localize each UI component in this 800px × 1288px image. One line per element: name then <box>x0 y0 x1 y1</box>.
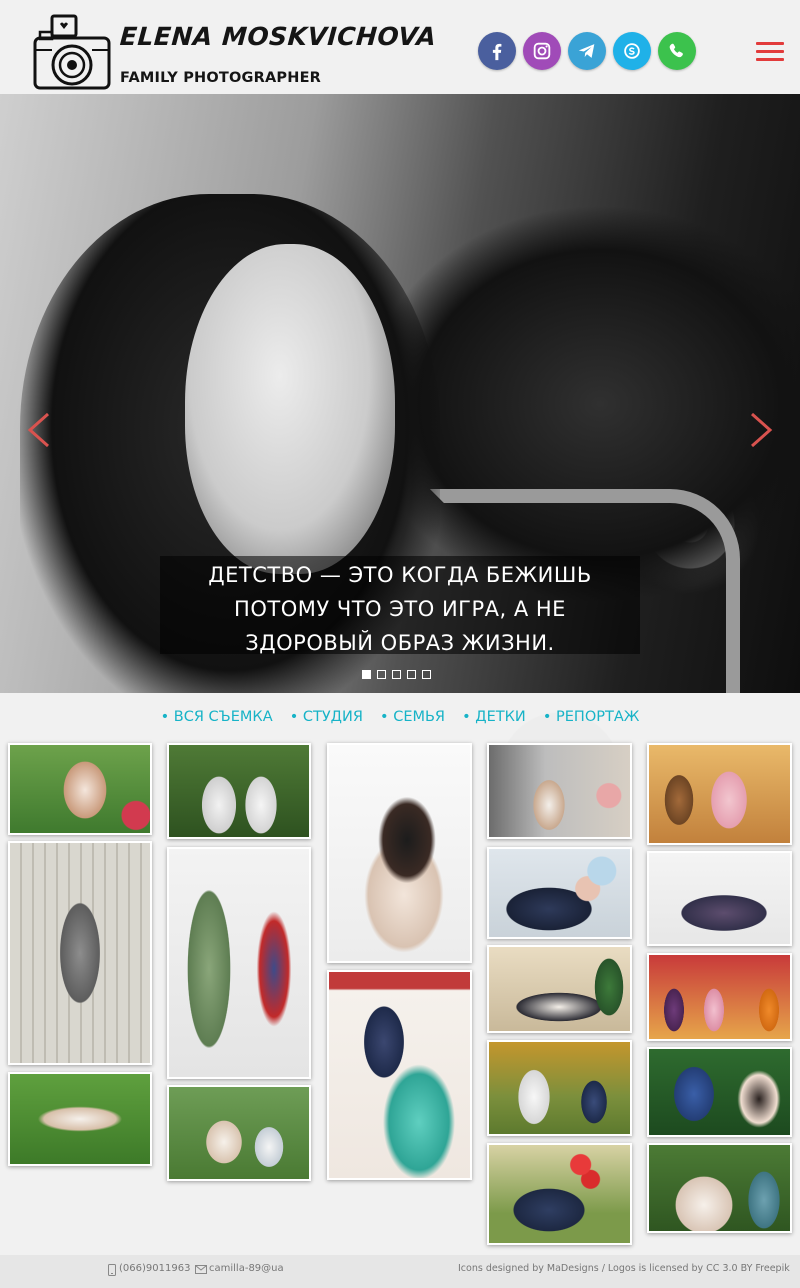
category-family[interactable]: • СЕМЬЯ <box>380 709 445 725</box>
hero-slider: ДЕТСТВО — ЭТО КОГДА БЕЖИШЬ ПОТОМУ ЧТО ЭТ… <box>0 94 800 693</box>
phone-icon <box>108 1264 116 1276</box>
gallery-photo[interactable] <box>487 1040 632 1136</box>
gallery-photo[interactable] <box>487 743 632 839</box>
email-icon <box>195 1265 207 1274</box>
telegram-icon <box>578 44 595 58</box>
gallery-photo[interactable] <box>327 970 472 1180</box>
menu-button[interactable] <box>756 42 784 62</box>
gallery-photo[interactable] <box>647 1047 792 1137</box>
hero-photo-face <box>185 244 395 574</box>
instagram-icon <box>533 42 551 60</box>
gallery-photo[interactable] <box>167 743 311 839</box>
skype-icon <box>624 43 640 59</box>
site-header: ELENA MOSKVICHOVA FAMILY PHOTOGRAPHER <box>0 0 800 94</box>
category-kids[interactable]: • ДЕТКИ <box>462 709 526 725</box>
slider-next-arrow-icon[interactable] <box>748 412 774 448</box>
slider-dot[interactable] <box>392 670 401 679</box>
camera-logo-icon[interactable] <box>32 14 114 94</box>
facebook-icon <box>492 43 502 61</box>
category-studio[interactable]: • СТУДИЯ <box>290 709 363 725</box>
slider-dot[interactable] <box>422 670 431 679</box>
gallery-photo[interactable] <box>167 1085 311 1181</box>
slider-prev-arrow-icon[interactable] <box>26 412 52 448</box>
gallery-photo[interactable] <box>8 841 152 1065</box>
slider-dot[interactable] <box>377 670 386 679</box>
gallery-photo[interactable] <box>487 945 632 1033</box>
menu-icon <box>756 42 784 45</box>
facebook-button[interactable] <box>478 32 516 70</box>
slider-dot[interactable] <box>407 670 416 679</box>
brand-tagline: FAMILY PHOTOGRAPHER <box>120 70 322 86</box>
instagram-button[interactable] <box>523 32 561 70</box>
gallery-photo[interactable] <box>647 1143 792 1233</box>
category-report[interactable]: • РЕПОРТАЖ <box>543 709 640 725</box>
hero-caption: ДЕТСТВО — ЭТО КОГДА БЕЖИШЬ ПОТОМУ ЧТО ЭТ… <box>160 556 640 655</box>
slider-pagination <box>362 670 431 679</box>
category-all[interactable]: • ВСЯ СЪЕМКА <box>161 709 273 725</box>
gallery-photo[interactable] <box>8 743 152 835</box>
footer-email[interactable]: camilla-89@ua <box>209 1263 284 1274</box>
telegram-button[interactable] <box>568 32 606 70</box>
gallery-photo[interactable] <box>327 743 472 963</box>
gallery-photo[interactable] <box>647 743 792 845</box>
gallery-photo[interactable] <box>487 1143 632 1245</box>
slider-dot[interactable] <box>362 670 371 679</box>
category-filter: • ВСЯ СЪЕМКА • СТУДИЯ • СЕМЬЯ • ДЕТКИ • … <box>0 706 800 725</box>
gallery-photo[interactable] <box>647 953 792 1041</box>
gallery-photo[interactable] <box>647 851 792 946</box>
footer-phone[interactable]: (066)9011963 <box>119 1263 190 1274</box>
gallery-photo[interactable] <box>487 847 632 939</box>
brand-name[interactable]: ELENA MOSKVICHOVA <box>119 22 437 51</box>
footer-credits[interactable]: Icons designed by MaDesigns / Logos is l… <box>458 1263 790 1274</box>
viber-icon <box>669 43 683 58</box>
gallery-photo[interactable] <box>167 847 311 1079</box>
gallery-photo[interactable] <box>8 1072 152 1166</box>
skype-button[interactable] <box>613 32 651 70</box>
site-footer: (066)9011963 camilla-89@ua Icons designe… <box>0 1255 800 1288</box>
viber-button[interactable] <box>658 32 696 70</box>
